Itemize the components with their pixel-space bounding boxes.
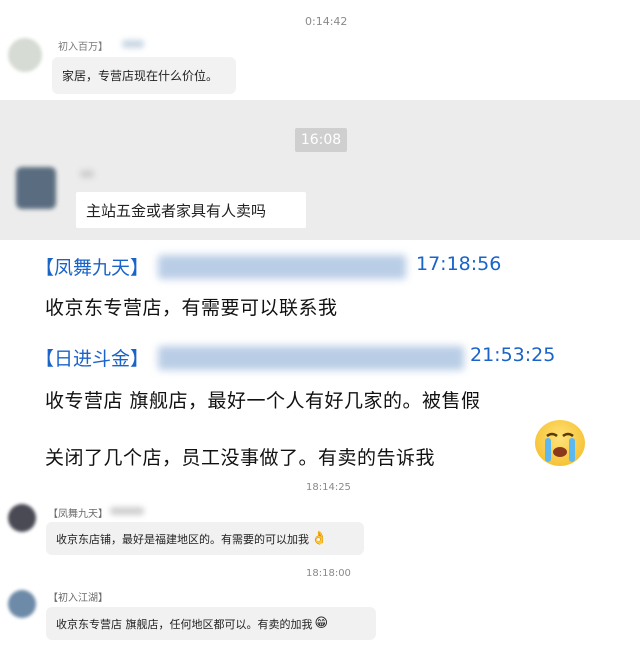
crying-face-icon — [535, 420, 585, 466]
blurred-name — [110, 507, 144, 515]
message-bubble[interactable]: 收京东店铺，最好是福建地区的。有需要的可以加我 👌 — [46, 522, 364, 555]
blurred-name — [80, 170, 94, 178]
message-text: 收京东专营店 旗舰店，任何地区都可以。有卖的加我 — [56, 617, 313, 631]
time-divider-text: 16:08 — [300, 132, 342, 148]
timestamp: 18:14:25 — [306, 482, 351, 493]
timestamp: 18:18:00 — [306, 568, 351, 579]
sender-name[interactable]: 【初入江湖】 — [48, 589, 108, 604]
avatar[interactable] — [8, 590, 36, 618]
avatar[interactable] — [16, 167, 56, 209]
message-text-line-2[interactable]: 关闭了几个店，员工没事做了。有卖的告诉我 — [45, 443, 435, 470]
blurred-id — [158, 255, 406, 279]
time-divider: 16:08 — [295, 128, 347, 152]
chat-segment-3: 【凤舞九天】 17:18:56 收京东专营店，有需要可以联系我 【日进斗金】 2… — [0, 240, 640, 480]
chat-segment-1: 0:14:42 初入百万】 家居，专营店现在什么价位。 — [0, 0, 640, 100]
chat-segment-4: 18:14:25 【凤舞九天】 收京东店铺，最好是福建地区的。有需要的可以加我 … — [0, 480, 640, 646]
message-bubble[interactable]: 收京东专营店 旗舰店，任何地区都可以。有卖的加我 😁 — [46, 607, 376, 640]
sender-name[interactable]: 【凤舞九天】 — [48, 505, 108, 520]
timestamp: 0:14:42 — [305, 15, 348, 28]
chat-segment-2: 16:08 主站五金或者家具有人卖吗 — [0, 100, 640, 240]
grinning-face-icon: 😁 — [314, 616, 329, 631]
message-bubble[interactable]: 家居，专营店现在什么价位。 — [52, 57, 236, 94]
message-text[interactable]: 收京东专营店，有需要可以联系我 — [45, 293, 338, 320]
blurred-name — [122, 40, 144, 48]
message-text: 家居，专营店现在什么价位。 — [62, 69, 219, 83]
message-text-line-1[interactable]: 收专营店 旗舰店，最好一个人有好几家的。被售假 — [45, 386, 481, 413]
message-text: 收京东店铺，最好是福建地区的。有需要的可以加我 — [56, 532, 309, 546]
message-text: 主站五金或者家具有人卖吗 — [86, 201, 267, 220]
message-time: 21:53:25 — [470, 344, 556, 366]
ok-hand-icon: 👌 — [311, 531, 328, 546]
sender-name[interactable]: 【凤舞九天】 — [35, 253, 149, 280]
avatar[interactable] — [8, 504, 36, 532]
message-time: 17:18:56 — [416, 253, 502, 275]
sender-name[interactable]: 【日进斗金】 — [35, 344, 149, 371]
message-bubble[interactable]: 主站五金或者家具有人卖吗 — [76, 192, 306, 228]
sender-name[interactable]: 初入百万】 — [58, 38, 108, 53]
blurred-id — [158, 346, 464, 370]
avatar[interactable] — [8, 38, 42, 72]
